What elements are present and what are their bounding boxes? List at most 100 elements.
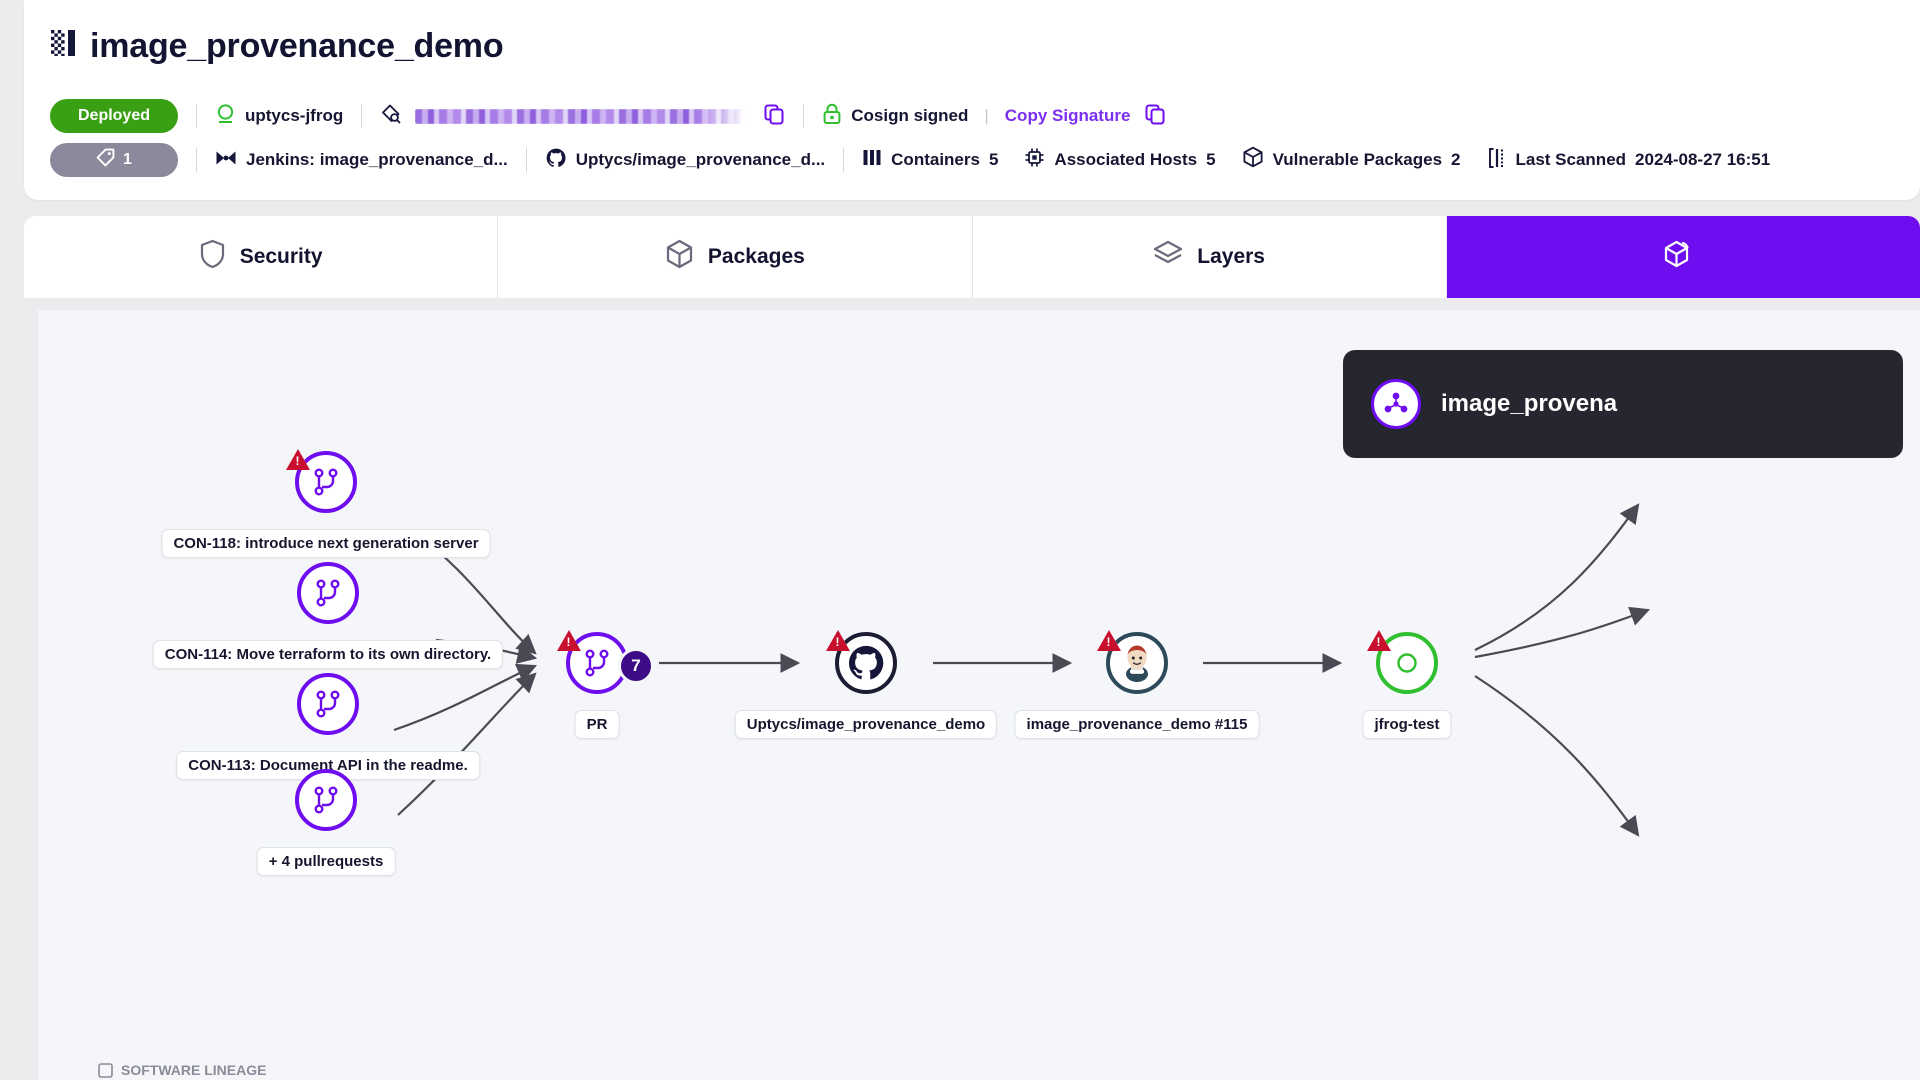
node-ring	[286, 449, 357, 513]
copy-icon	[763, 103, 785, 130]
warning-icon	[1097, 630, 1121, 651]
cosign-divider: |	[984, 106, 989, 125]
graph-node-repository[interactable]: Uptycs/image_provenance_demo	[734, 630, 998, 739]
copy-signature-link[interactable]: Copy Signature	[1005, 106, 1131, 126]
containers-label: Containers	[891, 150, 980, 169]
graph-node-pullrequest[interactable]: CON-113: Document API in the readme.	[176, 673, 480, 780]
container-image-icon	[50, 28, 76, 63]
lock-icon	[822, 103, 842, 130]
node-ring	[1097, 630, 1168, 694]
shield-icon	[199, 239, 226, 275]
git-branch-icon	[585, 649, 609, 677]
git-branch-icon	[316, 579, 340, 607]
github-item[interactable]: Uptycs/image_provenance_d...	[545, 147, 825, 174]
scan-icon	[1487, 147, 1507, 174]
node-label: Uptycs/image_provenance_demo	[734, 710, 998, 739]
jenkins-icon	[215, 148, 237, 173]
git-branch-icon	[314, 786, 338, 814]
copy-signature-button[interactable]	[1144, 103, 1166, 130]
graph-node-pr-group[interactable]: 7 PR	[557, 630, 654, 739]
containers-icon	[862, 148, 882, 172]
tab-packages[interactable]: Packages	[498, 216, 973, 298]
tag-badge: 1	[50, 143, 178, 177]
node-ring	[297, 562, 359, 624]
tab-label: Layers	[1197, 245, 1265, 268]
hosts-value: 5	[1206, 150, 1216, 169]
git-branch-icon	[314, 468, 338, 496]
jenkins-item[interactable]: Jenkins: image_provenance_d...	[215, 148, 508, 173]
node-label: CON-118: introduce next generation serve…	[161, 529, 491, 558]
containers-item[interactable]: Containers 5	[862, 148, 998, 172]
lineage-icon	[98, 1062, 113, 1078]
graph-node-artifact-repo[interactable]: jfrog-test	[1362, 630, 1452, 739]
hosts-item[interactable]: Associated Hosts 5	[1024, 147, 1216, 173]
registry-label: uptycs-jfrog	[245, 106, 344, 125]
tab-security[interactable]: Security	[24, 216, 499, 298]
layers-icon	[1153, 240, 1183, 274]
tab-layers[interactable]: Layers	[972, 216, 1447, 298]
node-label: PR	[574, 710, 620, 739]
node-ring	[297, 673, 359, 735]
warning-icon	[286, 449, 310, 470]
git-branch-icon	[316, 690, 340, 718]
last-scanned-label: Last Scanned	[1515, 150, 1627, 169]
page-title: image_provenance_demo	[90, 26, 504, 65]
node-ring: 7	[557, 630, 654, 694]
provenance-node-icon	[1371, 379, 1421, 429]
jfrog-icon	[1397, 653, 1417, 673]
node-ring	[295, 769, 357, 831]
node-label: image_provenance_demo #115	[1014, 710, 1260, 739]
node-label: CON-114: Move terraform to its own direc…	[152, 640, 504, 669]
divider	[361, 104, 363, 128]
warning-icon	[557, 630, 581, 651]
footer-hint: SOFTWARE LINEAGE	[98, 1062, 266, 1078]
containers-value: 5	[988, 150, 999, 169]
package-cube-icon	[1242, 146, 1264, 174]
github-label: Uptycs/image_provenance_d...	[575, 150, 826, 169]
github-icon	[545, 147, 567, 174]
uptycs-circle-icon	[215, 103, 236, 129]
divider	[843, 148, 845, 172]
warning-icon	[826, 630, 850, 651]
copy-icon	[1144, 103, 1166, 130]
hosts-label: Associated Hosts	[1054, 150, 1198, 169]
tab-label: Packages	[707, 245, 805, 268]
cosign-item: Cosign signed | Copy Signature	[822, 103, 1130, 130]
provenance-page: image_provenance_demo Deployed uptycs-jf…	[0, 0, 1920, 1080]
jenkins-avatar-icon	[1126, 645, 1148, 682]
graph-node-pullrequest[interactable]: CON-118: introduce next generation serve…	[161, 449, 491, 558]
graph-node-build[interactable]: image_provenance_demo #115	[1014, 630, 1260, 739]
last-scanned-item: Last Scanned 2024-08-27 16:51	[1487, 147, 1771, 174]
jenkins-label: Jenkins: image_provenance_d...	[246, 150, 508, 169]
tag-badge-count: 1	[123, 151, 132, 168]
digest-item	[380, 103, 746, 130]
divider	[803, 104, 805, 128]
last-scanned-value: 2024-08-27 16:51	[1635, 150, 1771, 169]
node-label: + 4 pullrequests	[256, 847, 396, 876]
registry-item[interactable]: uptycs-jfrog	[215, 103, 343, 129]
provenance-icon	[1660, 238, 1693, 277]
package-icon	[665, 239, 694, 275]
divider	[196, 148, 197, 172]
node-label: jfrog-test	[1362, 710, 1452, 739]
tab-provenance[interactable]	[1446, 216, 1920, 298]
copy-digest-button[interactable]	[763, 103, 785, 130]
vulnerable-packages-item[interactable]: Vulnerable Packages 2	[1242, 146, 1461, 174]
warning-icon	[1367, 630, 1391, 651]
digest-value-redacted	[415, 108, 746, 124]
vulnerable-packages-label: Vulnerable Packages	[1272, 150, 1443, 169]
chip-icon	[1024, 147, 1045, 173]
vulnerable-packages-value: 2	[1451, 150, 1461, 169]
graph-node-pullrequest[interactable]: CON-114: Move terraform to its own direc…	[152, 562, 504, 669]
provenance-graph-canvas[interactable]: image_provena CON-118: introduce next ge…	[38, 310, 1920, 1080]
node-ring	[1367, 630, 1438, 694]
graph-node-more-pullrequests[interactable]: + 4 pullrequests	[256, 769, 396, 876]
tooltip-title: image_provena	[1441, 390, 1618, 417]
footer-hint-label: SOFTWARE LINEAGE	[121, 1062, 267, 1078]
title-row: image_provenance_demo	[50, 26, 504, 65]
meta-row-primary: Deployed uptycs-jfrog Cosign signed | Co…	[50, 99, 1166, 133]
divider	[525, 148, 527, 172]
tag-icon	[96, 148, 115, 172]
tab-label: Security	[239, 245, 323, 268]
github-icon	[848, 645, 884, 680]
